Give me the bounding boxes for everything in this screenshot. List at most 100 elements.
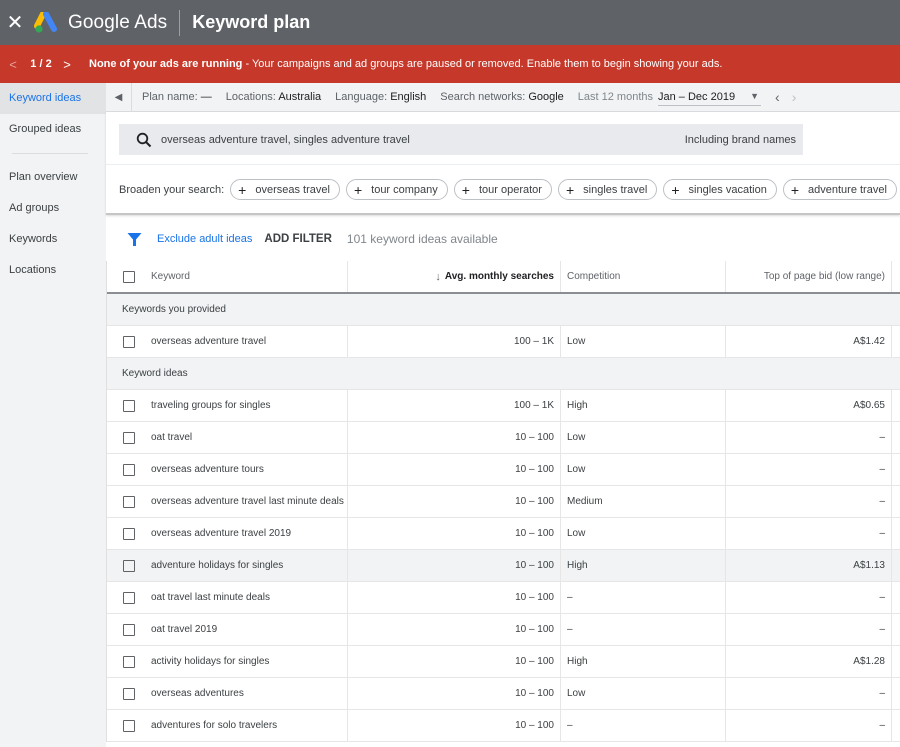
competition-cell: – bbox=[561, 582, 726, 613]
table-row[interactable]: overseas adventure travel 100 – 1K Low A$1.… bbox=[107, 326, 900, 358]
bid-low-cell: A$1.28 bbox=[726, 646, 892, 677]
plus-icon: + bbox=[790, 181, 800, 198]
table-row[interactable]: overseas adventures 10 – 100 Low – bbox=[107, 678, 900, 710]
add-filter-button[interactable]: ADD FILTER bbox=[264, 233, 332, 245]
avg-searches-value: 10 – 100 bbox=[515, 720, 554, 731]
header-avg-label: Avg. monthly searches bbox=[444, 271, 554, 282]
table-row[interactable]: oat travel 10 – 100 Low – bbox=[107, 422, 900, 454]
broaden-chip[interactable]: + singles vacation bbox=[663, 179, 777, 200]
bid-low-value: – bbox=[879, 624, 885, 635]
row-checkbox[interactable] bbox=[123, 655, 135, 668]
close-icon[interactable]: ✕ bbox=[0, 10, 30, 35]
networks-value: Google bbox=[528, 91, 564, 103]
overflow-cell bbox=[892, 710, 900, 741]
broaden-chip[interactable]: + adventure travel bbox=[782, 179, 897, 200]
row-checkbox[interactable] bbox=[123, 431, 135, 444]
table-row[interactable]: overseas adventure tours 10 – 100 Low – bbox=[107, 454, 900, 486]
competition-cell: High bbox=[561, 646, 726, 677]
chevron-right-icon[interactable]: › bbox=[792, 89, 797, 105]
language-param[interactable]: Language: English bbox=[335, 91, 426, 103]
row-checkbox[interactable] bbox=[123, 399, 135, 412]
row-checkbox[interactable] bbox=[123, 559, 135, 572]
row-checkbox[interactable] bbox=[123, 591, 135, 604]
row-checkbox[interactable] bbox=[123, 623, 135, 636]
chip-label: singles vacation bbox=[688, 183, 767, 196]
chip-label: adventure travel bbox=[808, 183, 887, 196]
row-checkbox[interactable] bbox=[123, 687, 135, 700]
avg-searches-value: 100 – 1K bbox=[513, 400, 554, 411]
brand-names-toggle[interactable]: Including brand names bbox=[685, 134, 796, 146]
filter-icon[interactable] bbox=[127, 232, 142, 247]
app-header: ✕ Google Ads Keyword plan bbox=[0, 0, 900, 45]
collapse-sidebar-icon[interactable]: ◀ bbox=[106, 82, 132, 112]
row-checkbox[interactable] bbox=[123, 495, 135, 508]
table-row[interactable]: adventures for solo travelers 10 – 100 – – bbox=[107, 710, 900, 742]
table-row[interactable]: adventure holidays for singles 10 – 100 Hi… bbox=[107, 550, 900, 582]
keyword-cell: overseas adventure travel bbox=[107, 326, 348, 357]
header-bid-low[interactable]: Top of page bid (low range) bbox=[726, 261, 892, 292]
plan-parameters-bar: ◀ Plan name: — Locations: Australia Lang… bbox=[106, 82, 900, 112]
row-checkbox[interactable] bbox=[123, 719, 135, 732]
language-label: Language: bbox=[335, 91, 388, 103]
competition-cell: High bbox=[561, 390, 726, 421]
broaden-chip[interactable]: + tour company bbox=[345, 179, 448, 200]
divider bbox=[106, 164, 900, 165]
keyword-count: 101 keyword ideas available bbox=[346, 232, 498, 246]
table-row[interactable]: overseas adventure travel last minute de… bbox=[107, 486, 900, 518]
date-range-select[interactable]: Jan – Dec 2019 ▼ bbox=[658, 89, 762, 106]
bid-low-cell: – bbox=[726, 582, 892, 613]
select-all-checkbox[interactable] bbox=[123, 270, 135, 283]
search-panel: overseas adventure travel, singles adven… bbox=[106, 112, 900, 215]
competition-value: High bbox=[567, 400, 588, 411]
avg-searches-value: 10 – 100 bbox=[515, 496, 554, 507]
chevron-right-icon[interactable]: > bbox=[56, 57, 78, 72]
table-row[interactable]: traveling groups for singles 100 – 1K High… bbox=[107, 390, 900, 422]
sidebar-item-keyword-ideas[interactable]: Keyword ideas bbox=[0, 83, 106, 114]
header-avg-monthly-searches[interactable]: ↓ Avg. monthly searches bbox=[348, 261, 561, 292]
overflow-cell bbox=[892, 326, 900, 357]
broaden-chip[interactable]: + overseas travel bbox=[230, 179, 340, 200]
header-keyword[interactable]: Keyword bbox=[107, 261, 348, 292]
table-row[interactable]: oat travel 2019 10 – 100 – – bbox=[107, 614, 900, 646]
exclude-adult-ideas-filter[interactable]: Exclude adult ideas bbox=[157, 233, 252, 245]
sidebar-item-keywords[interactable]: Keywords bbox=[0, 224, 106, 255]
header-keyword-label: Keyword bbox=[151, 271, 190, 282]
row-checkbox[interactable] bbox=[123, 527, 135, 540]
header-divider bbox=[179, 9, 181, 36]
keyword-text: oat travel last minute deals bbox=[151, 592, 270, 603]
sidebar-item-locations[interactable]: Locations bbox=[0, 255, 106, 286]
date-range-value: Jan – Dec 2019 bbox=[658, 90, 736, 103]
chevron-left-icon[interactable]: ‹ bbox=[775, 89, 780, 105]
table-row[interactable]: activity holidays for singles 10 – 100 Hig… bbox=[107, 646, 900, 678]
sidebar-item-plan-overview[interactable]: Plan overview bbox=[0, 162, 106, 193]
bid-low-value: A$1.42 bbox=[853, 336, 885, 347]
table-row[interactable]: overseas adventure travel 2019 10 – 100 Lo… bbox=[107, 518, 900, 550]
sidebar-item-grouped-ideas[interactable]: Grouped ideas bbox=[0, 114, 106, 145]
broaden-chip[interactable]: + singles travel bbox=[557, 179, 658, 200]
keyword-search-input[interactable]: overseas adventure travel, singles adven… bbox=[119, 124, 803, 155]
overflow-cell bbox=[892, 614, 900, 645]
row-checkbox[interactable] bbox=[123, 335, 135, 348]
plus-icon: + bbox=[565, 181, 575, 198]
competition-cell: Low bbox=[561, 326, 726, 357]
row-checkbox[interactable] bbox=[123, 463, 135, 476]
sidebar-item-ad-groups[interactable]: Ad groups bbox=[0, 193, 106, 224]
networks-param[interactable]: Search networks: Google bbox=[440, 91, 564, 103]
avg-searches-cell: 10 – 100 bbox=[348, 614, 561, 645]
competition-cell: Low bbox=[561, 518, 726, 549]
chevron-left-icon[interactable]: < bbox=[0, 57, 26, 72]
keyword-cell: traveling groups for singles bbox=[107, 390, 348, 421]
broaden-chip[interactable]: + tour operator bbox=[453, 179, 552, 200]
locations-param[interactable]: Locations: Australia bbox=[226, 91, 321, 103]
avg-searches-cell: 10 – 100 bbox=[348, 678, 561, 709]
bid-low-value: – bbox=[879, 496, 885, 507]
plan-name[interactable]: Plan name: — bbox=[142, 91, 212, 103]
competition-value: High bbox=[567, 560, 588, 571]
search-icon bbox=[136, 132, 152, 147]
competition-value: Low bbox=[567, 528, 586, 539]
filter-bar: Exclude adult ideas ADD FILTER 101 keywo… bbox=[106, 217, 900, 261]
avg-searches-value: 100 – 1K bbox=[513, 336, 554, 347]
search-query: overseas adventure travel, singles adven… bbox=[161, 133, 410, 146]
header-competition[interactable]: Competition bbox=[561, 261, 726, 292]
table-row[interactable]: oat travel last minute deals 10 – 100 – – bbox=[107, 582, 900, 614]
